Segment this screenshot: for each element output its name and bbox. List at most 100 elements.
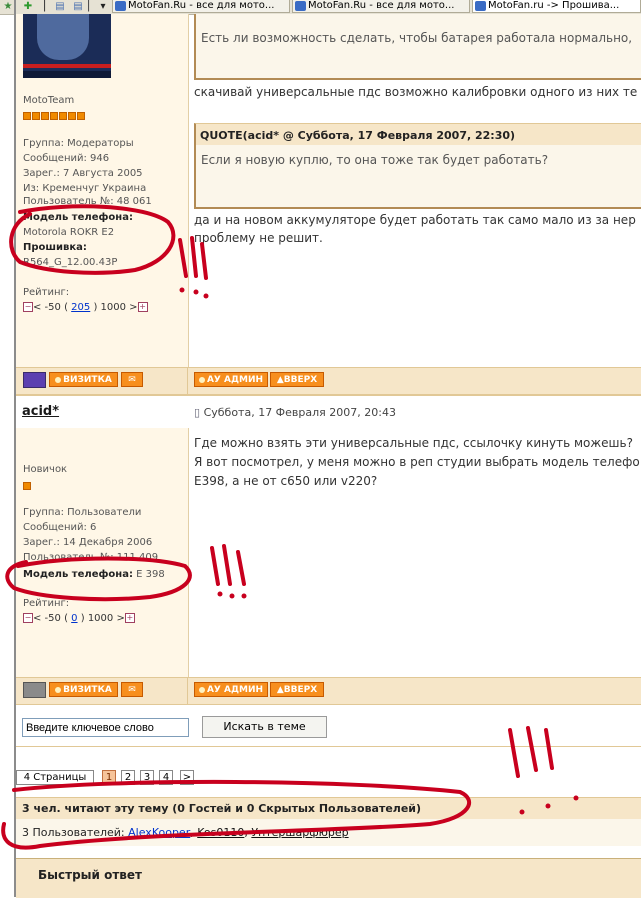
- quote-text: Если я новую куплю, то она тоже так буде…: [201, 153, 549, 167]
- user-number: Пользователь №: 111 409: [23, 552, 159, 563]
- firmware-label: Прошивка:: [23, 242, 87, 253]
- rank-stars: [23, 480, 32, 490]
- status-icon: [23, 682, 46, 698]
- quote-previous-text: Есть ли возможность сделать, чтобы батар…: [201, 31, 633, 45]
- rating-value-link[interactable]: 0: [71, 613, 77, 624]
- favicon-icon: [295, 1, 306, 11]
- quick-reply-title[interactable]: Быстрый ответ: [38, 868, 142, 882]
- envelope-icon: ✉: [128, 685, 136, 695]
- phone-model-value: Motorola ROKR E2: [23, 227, 115, 238]
- annotation-exclamation: [222, 544, 232, 586]
- user-messages: Сообщений: 946: [23, 153, 110, 164]
- favicon-icon: [115, 1, 126, 11]
- user-messages: Сообщений: 6: [23, 522, 97, 533]
- reader-link[interactable]: AlexKooper: [128, 826, 190, 839]
- tab-motofan-2[interactable]: MotoFan.Ru - все для мото...: [292, 0, 470, 13]
- tab-list-chevron-icon[interactable]: ▾: [97, 1, 109, 13]
- post-text-line: проблему не решит.: [194, 231, 323, 245]
- user-number: Пользователь №: 48 061: [23, 196, 152, 207]
- admin-button[interactable]: АУ АДМИН: [194, 372, 268, 387]
- post-author-link[interactable]: acid*: [22, 404, 59, 419]
- scroll-up-button[interactable]: ▲ВВЕРХ: [270, 372, 324, 387]
- page-link[interactable]: 4: [159, 770, 173, 785]
- star-icon: [50, 112, 58, 120]
- column-divider: [187, 367, 188, 395]
- page-link[interactable]: 3: [140, 770, 154, 785]
- post-doc-icon[interactable]: ▯: [194, 406, 200, 419]
- message-button[interactable]: ✉: [121, 682, 143, 697]
- rating-label: Рейтинг:: [23, 287, 70, 298]
- post-date: ▯ Суббота, 17 Февраля 2007, 20:43: [194, 406, 396, 419]
- star-icon: [23, 112, 31, 120]
- post-text: скачивай универсальные пдс возможно кали…: [194, 85, 638, 99]
- topic-search-input[interactable]: [22, 718, 189, 737]
- next-page-link[interactable]: >: [180, 770, 194, 785]
- annotation-dot: [229, 593, 235, 599]
- alert-icon: [198, 686, 205, 693]
- rating-minus-icon[interactable]: −: [23, 302, 33, 312]
- back-icon[interactable]: ★: [2, 1, 14, 13]
- post-text-line: E398, а не от c650 или v220?: [194, 474, 378, 488]
- readers-header: 3 чел. читают эту тему (0 Гостей и 0 Скр…: [22, 802, 422, 815]
- arrow-up-icon: ▲: [276, 685, 284, 695]
- rating-plus-icon[interactable]: +: [137, 302, 148, 312]
- user-location: Из: Кременчуг Украина: [23, 183, 147, 194]
- favicon-icon: [475, 1, 486, 11]
- reader-link[interactable]: Kos0110: [197, 826, 244, 839]
- star-icon: [41, 112, 49, 120]
- page-link[interactable]: 2: [121, 770, 135, 785]
- post-text-line: да и на новом аккумуляторе будет работат…: [194, 213, 636, 227]
- scroll-up-button[interactable]: ▲ВВЕРХ: [270, 682, 324, 697]
- user-group: Группа: Пользователи: [23, 507, 142, 518]
- rating-label: Рейтинг:: [23, 598, 70, 609]
- page-link-current[interactable]: 1: [102, 770, 116, 785]
- annotation-dot: [217, 591, 223, 597]
- annotation-dot: [241, 593, 247, 599]
- avatar-stripe: [23, 64, 111, 68]
- user-group: Группа: Модераторы: [23, 138, 134, 149]
- star-icon: [59, 112, 67, 120]
- star-icon: [77, 112, 85, 120]
- pages-count: 4 Страницы: [16, 770, 94, 785]
- rating-plus-icon[interactable]: +: [124, 613, 135, 623]
- annotation-exclamation: [200, 242, 208, 280]
- avatar[interactable]: [23, 14, 111, 78]
- column-divider: [187, 677, 188, 705]
- annotation-dot: [203, 293, 209, 299]
- user-rank: MotoTeam: [23, 95, 75, 106]
- annotation-exclamation: [236, 550, 246, 586]
- rank-stars: [23, 110, 86, 120]
- user-rank: Новичок: [23, 464, 68, 475]
- user-icon: [55, 686, 62, 693]
- annotation-exclamation: [210, 546, 220, 586]
- rating-minus-icon[interactable]: −: [23, 613, 33, 623]
- topic-search-button[interactable]: Искать в теме: [202, 716, 327, 738]
- tab-motofan-1[interactable]: MotoFan.Ru - все для мото...: [112, 0, 290, 13]
- browser-tab-bar: ★ ✚ ▏ ▤ ▤ ▏ ▾ MotoFan.Ru - все для мото.…: [0, 0, 641, 15]
- rating-control: − < -50 ( 0 ) 1000 > +: [23, 613, 135, 624]
- rating-control: − < -50 ( 205 ) 1000 > +: [23, 302, 148, 313]
- tab-motofan-active[interactable]: MotoFan.ru -> Прошива...: [472, 0, 641, 13]
- annotation-dot: [193, 289, 199, 295]
- page-icon[interactable]: ▤: [72, 1, 84, 13]
- alert-icon: [198, 376, 205, 383]
- page-icon[interactable]: ▤: [54, 1, 66, 13]
- star-icon: [23, 482, 31, 490]
- user-registered: Зарег.: 14 Декабря 2006: [23, 537, 153, 548]
- reader-link[interactable]: Унтершарфюрер: [251, 826, 348, 839]
- quote-header: QUOTE(acid* @ Суббота, 17 Февраля 2007, …: [200, 129, 516, 142]
- add-tab-icon[interactable]: ✚: [22, 1, 34, 13]
- rating-value-link[interactable]: 205: [71, 302, 90, 313]
- message-button[interactable]: ✉: [121, 372, 143, 387]
- post-text-line: Я вот посмотрел, у меня можно в реп студ…: [194, 455, 640, 469]
- admin-button[interactable]: АУ АДМИН: [194, 682, 268, 697]
- avatar-base: [23, 71, 111, 78]
- arrow-up-icon: ▲: [276, 375, 284, 385]
- readers-list: 3 Пользователей: AlexKooper, Kos0110, Ун…: [22, 826, 349, 839]
- card-button[interactable]: ВИЗИТКА: [49, 372, 118, 387]
- user-icon: [55, 376, 62, 383]
- star-icon: [68, 112, 76, 120]
- card-button[interactable]: ВИЗИТКА: [49, 682, 118, 697]
- status-icon: [23, 372, 46, 388]
- separator-icon: ▏: [44, 1, 52, 12]
